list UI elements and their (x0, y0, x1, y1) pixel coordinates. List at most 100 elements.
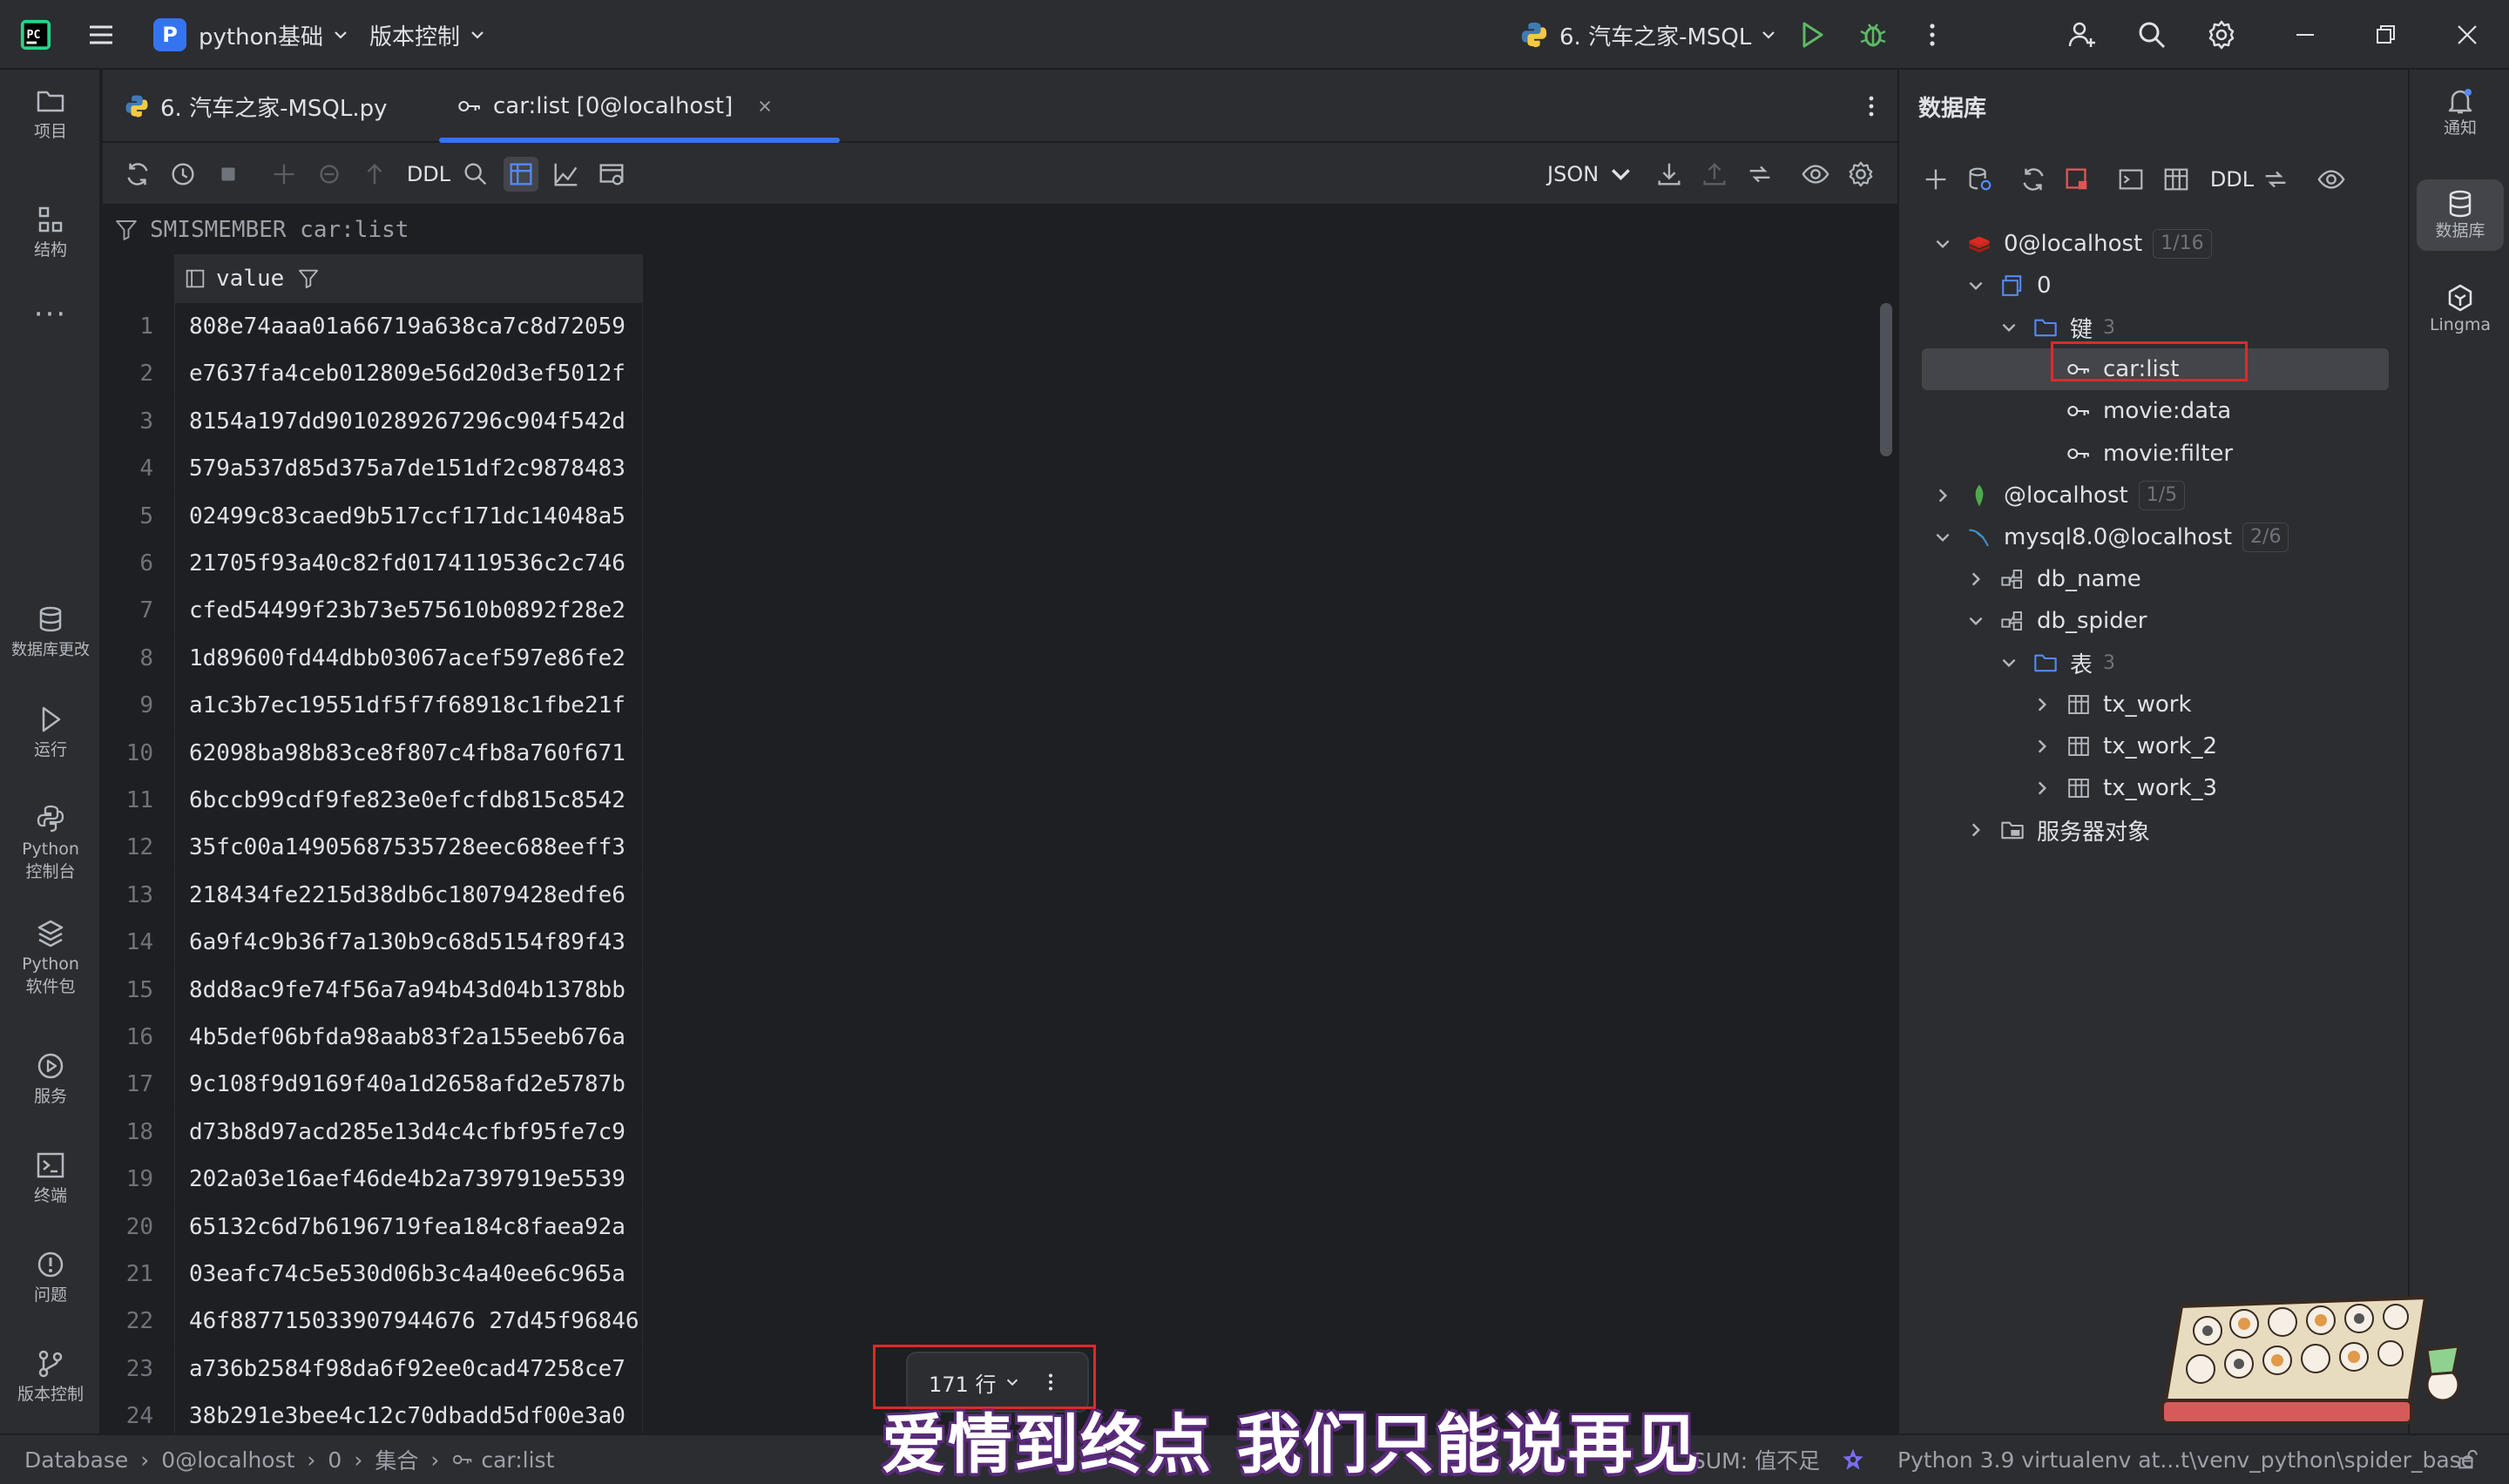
view-eye-icon[interactable] (1798, 157, 1833, 192)
download-icon[interactable] (1652, 157, 1687, 192)
search-icon[interactable] (2136, 0, 2167, 70)
breadcrumb-item[interactable]: 0@localhost (161, 1447, 294, 1473)
value-cell[interactable]: 46f887715033907944676 27d45f96846 (174, 1298, 643, 1346)
table-row[interactable]: 22 46f887715033907944676 27d45f96846 (103, 1298, 643, 1346)
breadcrumb-item[interactable]: car:list (481, 1447, 554, 1473)
table-row[interactable]: 19 202a03e16aef46de4b2a7397919e5539 (103, 1156, 643, 1204)
chevron-down-icon[interactable] (1965, 275, 1986, 296)
value-cell[interactable]: a1c3b7ec19551df5f7f68918c1fbe21f (174, 682, 643, 730)
tool-python-console[interactable]: Python 控制台 (0, 803, 101, 883)
value-cell[interactable]: 6a9f4c9b36f7a130b9c68d5154f89f43 (174, 919, 643, 967)
chevron-down-icon[interactable] (1998, 317, 2019, 338)
chevron-down-icon[interactable] (1965, 610, 1986, 631)
ddl-button[interactable]: DDL (2206, 162, 2258, 197)
tool-services[interactable]: 服务 (0, 1050, 101, 1108)
table-row[interactable]: 21 03eafc74c5e530d06b3c4a40ee6c965a (103, 1251, 643, 1298)
breadcrumb-item[interactable]: Database (24, 1447, 128, 1473)
minimize-icon[interactable] (2289, 0, 2321, 70)
tree-item[interactable]: @localhost 1/5 (1922, 475, 2389, 516)
value-cell[interactable]: 218434fe2215d38db6c18079428edfe6 (174, 871, 643, 919)
tree-item[interactable]: 0 (1922, 265, 2389, 307)
table-row[interactable]: 14 6a9f4c9b36f7a130b9c68d5154f89f43 (103, 919, 643, 967)
tab-car-list[interactable]: car:list [0@localhost] (439, 70, 840, 143)
tool-problems[interactable]: 问题 (0, 1249, 101, 1306)
value-editor-icon[interactable] (594, 157, 629, 192)
upload-icon[interactable] (1697, 157, 1732, 192)
value-cell[interactable]: 9c108f9d9169f40a1d2658afd2e5787b (174, 1061, 643, 1109)
sum-indicator[interactable]: SUM: 值不足 (1692, 1435, 1820, 1484)
value-cell[interactable]: 21705f93a40c82fd0174119536c2c746 (174, 540, 643, 587)
value-cell[interactable]: a736b2584f98da6f92ee0cad47258ce7 (174, 1345, 643, 1393)
view-eye-icon[interactable] (2314, 162, 2349, 197)
table-row[interactable]: 8 1d89600fd44dbb03067acef597e86fe2 (103, 634, 643, 682)
breadcrumb-item[interactable]: 0 (328, 1447, 342, 1473)
value-cell[interactable]: 65132c6d7b6196719fea184c8faea92a (174, 1203, 643, 1251)
pycharm-logo-icon[interactable]: PC (19, 0, 52, 70)
tree-item[interactable]: 服务器对象 (1922, 809, 2389, 851)
submit-icon[interactable] (357, 157, 392, 192)
find-icon[interactable] (458, 157, 493, 192)
table-row[interactable]: 5 02499c83caed9b517ccf171dc14048a5 (103, 492, 643, 540)
tool-python-packages[interactable]: Python 软件包 (0, 918, 101, 998)
settings-icon[interactable] (1843, 157, 1878, 192)
tree-item[interactable]: db_name (1922, 558, 2389, 600)
value-cell[interactable]: 6bccb99cdf9fe823e0efcfdb815c8542 (174, 777, 643, 824)
project-selector[interactable]: P python基础 (153, 0, 349, 70)
value-cell[interactable]: e7637fa4ceb012809e56d20d3ef5012f (174, 350, 643, 398)
tool-lingma[interactable]: Lingma (2417, 282, 2504, 336)
table-row[interactable]: 9 a1c3b7ec19551df5f7f68918c1fbe21f (103, 682, 643, 730)
format-selector[interactable]: JSON (1547, 157, 1634, 192)
chevron-right-icon[interactable] (1965, 569, 1986, 590)
value-cell[interactable]: 35fc00a14905687535728eec688eeff3 (174, 824, 643, 872)
chevron-down-icon[interactable] (1932, 527, 1953, 548)
tool-database[interactable]: 数据库 (2417, 179, 2504, 251)
add-user-icon[interactable] (2066, 0, 2098, 70)
tool-notifications[interactable]: 通知 (2417, 85, 2504, 139)
chevron-right-icon[interactable] (2032, 778, 2053, 799)
table-row[interactable]: 1 808e74aaa01a66719a638ca7c8d72059 (103, 303, 643, 350)
value-cell[interactable]: 8154a197dd9010289267296c904f542d (174, 397, 643, 445)
tool-structure[interactable]: 结构 (0, 204, 101, 261)
tabs-more-icon[interactable] (1856, 70, 1887, 143)
add-row-icon[interactable] (267, 157, 301, 192)
datasource-properties-icon[interactable] (1962, 162, 1997, 197)
table-row[interactable]: 2 e7637fa4ceb012809e56d20d3ef5012f (103, 350, 643, 398)
value-cell[interactable]: 8dd8ac9fe74f56a7a94b43d04b1378bb (174, 966, 643, 1014)
tree-item[interactable]: movie:filter (1922, 433, 2389, 475)
compare-icon[interactable] (2258, 162, 2293, 197)
chevron-right-icon[interactable] (1932, 485, 1953, 506)
table-row[interactable]: 18 d73b8d97acd285e13d4c4cfbf95fe7c9 (103, 1108, 643, 1156)
main-menu-icon[interactable] (85, 0, 117, 70)
table-row[interactable]: 11 6bccb99cdf9fe823e0efcfdb815c8542 (103, 777, 643, 824)
tool-more[interactable]: ··· (0, 300, 101, 329)
vertical-scrollbar[interactable] (1880, 303, 1892, 456)
tree-item[interactable]: tx_work_3 (1922, 767, 2389, 809)
value-cell[interactable]: 579a537d85d375a7de151df2c9878483 (174, 445, 643, 493)
chevron-right-icon[interactable] (2032, 694, 2053, 715)
table-view-icon[interactable] (504, 157, 538, 192)
run-config-selector[interactable]: 6. 汽车之家-MSQL (1519, 0, 1777, 70)
ddl-button[interactable]: DDL (402, 157, 455, 192)
history-icon[interactable] (166, 157, 200, 192)
value-cell[interactable]: 03eafc74c5e530d06b3c4a40ee6c965a (174, 1251, 643, 1298)
tool-vcs[interactable]: 版本控制 (0, 1348, 101, 1406)
table-row[interactable]: 17 9c108f9d9169f40a1d2658afd2e5787b (103, 1061, 643, 1109)
debug-icon[interactable] (1857, 0, 1889, 70)
console-icon[interactable] (2113, 162, 2148, 197)
close-window-icon[interactable] (2452, 0, 2483, 70)
breadcrumb-item[interactable]: 集合 (375, 1444, 418, 1475)
interpreter-selector[interactable]: Python 3.9 virtualenv at...t\venv_python… (1897, 1435, 2474, 1484)
column-header[interactable]: value (174, 254, 643, 303)
chevron-right-icon[interactable] (1965, 820, 1986, 840)
more-actions-icon[interactable] (1917, 0, 1948, 70)
table-row[interactable]: 10 62098ba98b83ce8f807c4fb8a760f671 (103, 729, 643, 777)
table-row[interactable]: 23 a736b2584f98da6f92ee0cad47258ce7 (103, 1345, 643, 1393)
table-row[interactable]: 13 218434fe2215d38db6c18079428edfe6 (103, 871, 643, 919)
add-datasource-icon[interactable] (1918, 162, 1953, 197)
table-row[interactable]: 16 4b5def06bfda98aab83f2a155eeb676a (103, 1014, 643, 1061)
value-cell[interactable]: 4b5def06bfda98aab83f2a155eeb676a (174, 1014, 643, 1061)
run-icon[interactable] (1796, 0, 1828, 70)
table-row[interactable]: 7 cfed54499f23b73e575610b0892f28e2 (103, 587, 643, 635)
stop-icon[interactable] (211, 157, 246, 192)
settings-gear-icon[interactable] (2206, 0, 2237, 70)
